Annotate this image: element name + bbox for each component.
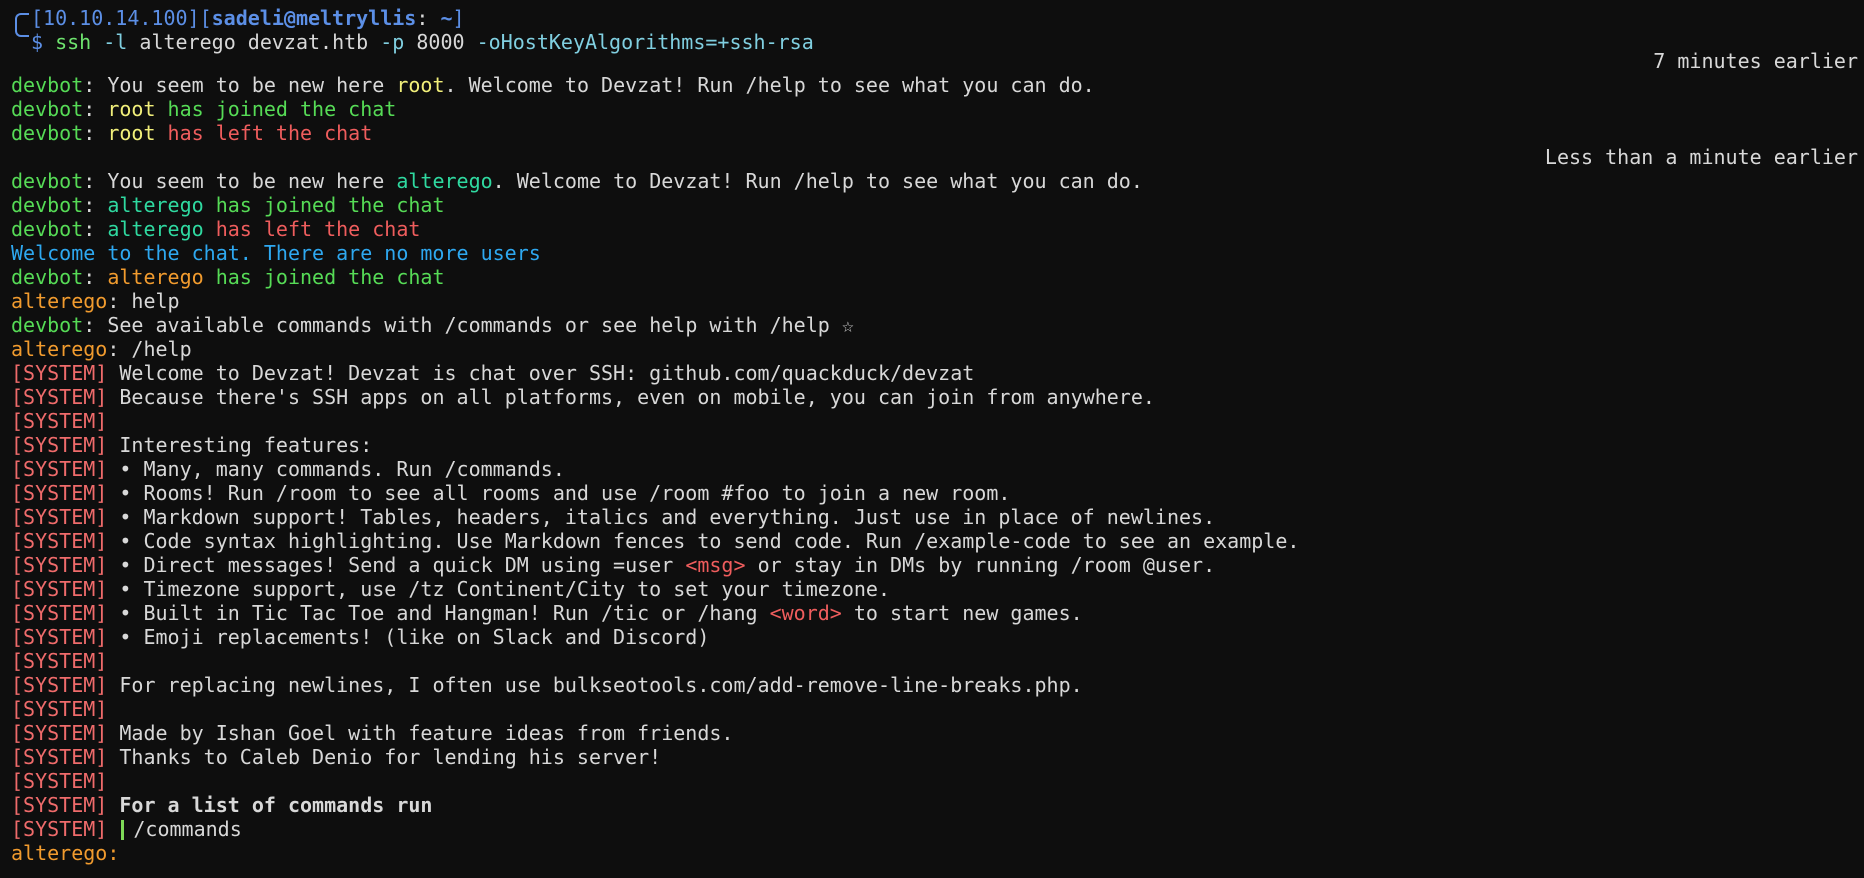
system-message: [SYSTEM] For a list of commands run xyxy=(11,793,433,817)
system-message: [SYSTEM] Thanks to Caleb Denio for lendi… xyxy=(11,745,662,769)
chat-message: devbot: root has left the chat xyxy=(11,121,373,145)
system-message: [SYSTEM] • Timezone support, use /tz Con… xyxy=(11,577,890,601)
system-message: [SYSTEM] Made by Ishan Goel with feature… xyxy=(11,721,734,745)
system-message: [SYSTEM] • Direct messages! Send a quick… xyxy=(11,553,1216,577)
prompt-corner-top-icon xyxy=(11,1,31,25)
chat-message: devbot: You seem to be new here alterego… xyxy=(11,169,1143,193)
system-message: [SYSTEM] Interesting features: xyxy=(11,433,373,457)
system-message: [SYSTEM] xyxy=(11,409,108,433)
chat-message: alterego: /help xyxy=(11,337,192,361)
system-message: [SYSTEM] • Emoji replacements! (like on … xyxy=(11,625,710,649)
system-message: [SYSTEM] xyxy=(11,769,108,793)
chat-message: devbot: alterego has joined the chat xyxy=(11,193,445,217)
chat-info-message: Welcome to the chat. There are no more u… xyxy=(11,241,541,265)
input-prompt-user: alterego xyxy=(11,841,108,865)
chat-message: alterego: help xyxy=(11,289,180,313)
system-message: [SYSTEM] • Markdown support! Tables, hea… xyxy=(11,505,1216,529)
chat-message: devbot: root has joined the chat xyxy=(11,97,397,121)
system-message: [SYSTEM] • Rooms! Run /room to see all r… xyxy=(11,481,1011,505)
system-message: [SYSTEM] • Built in Tic Tac Toe and Hang… xyxy=(11,601,1083,625)
chat-message: devbot: You seem to be new here root. We… xyxy=(11,73,1095,97)
system-message: [SYSTEM] • Many, many commands. Run /com… xyxy=(11,457,565,481)
shell-command-line: $ ssh -l alterego devzat.htb -p 8000 -oH… xyxy=(0,25,1864,54)
system-message: [SYSTEM] For replacing newlines, I often… xyxy=(11,673,1083,697)
chat-message: devbot: See available commands with /com… xyxy=(11,313,854,337)
shell-prompt-header: [10.10.14.100][sadeli@meltryllis: ~] xyxy=(0,1,1864,30)
terminal-window[interactable]: [10.10.14.100][sadeli@meltryllis: ~] $ s… xyxy=(0,0,1864,878)
system-message: [SYSTEM] /commands xyxy=(11,817,242,841)
chat-input-line[interactable]: alterego: xyxy=(0,841,1864,865)
chat-timestamp: Less than a minute earlier xyxy=(1544,145,1858,169)
chat-message: devbot: alterego has joined the chat xyxy=(11,265,445,289)
system-message: [SYSTEM] Welcome to Devzat! Devzat is ch… xyxy=(11,361,975,385)
chat-timestamp: 7 minutes earlier xyxy=(1653,49,1858,73)
system-message: [SYSTEM] xyxy=(11,697,108,721)
prompt-corner-bottom-icon xyxy=(11,25,31,49)
system-message: [SYSTEM] Because there's SSH apps on all… xyxy=(11,385,1155,409)
chat-message: devbot: alterego has left the chat xyxy=(11,217,421,241)
system-message: [SYSTEM] • Code syntax highlighting. Use… xyxy=(11,529,1300,553)
blockquote-bar-icon xyxy=(121,819,125,840)
system-message: [SYSTEM] xyxy=(11,649,108,673)
